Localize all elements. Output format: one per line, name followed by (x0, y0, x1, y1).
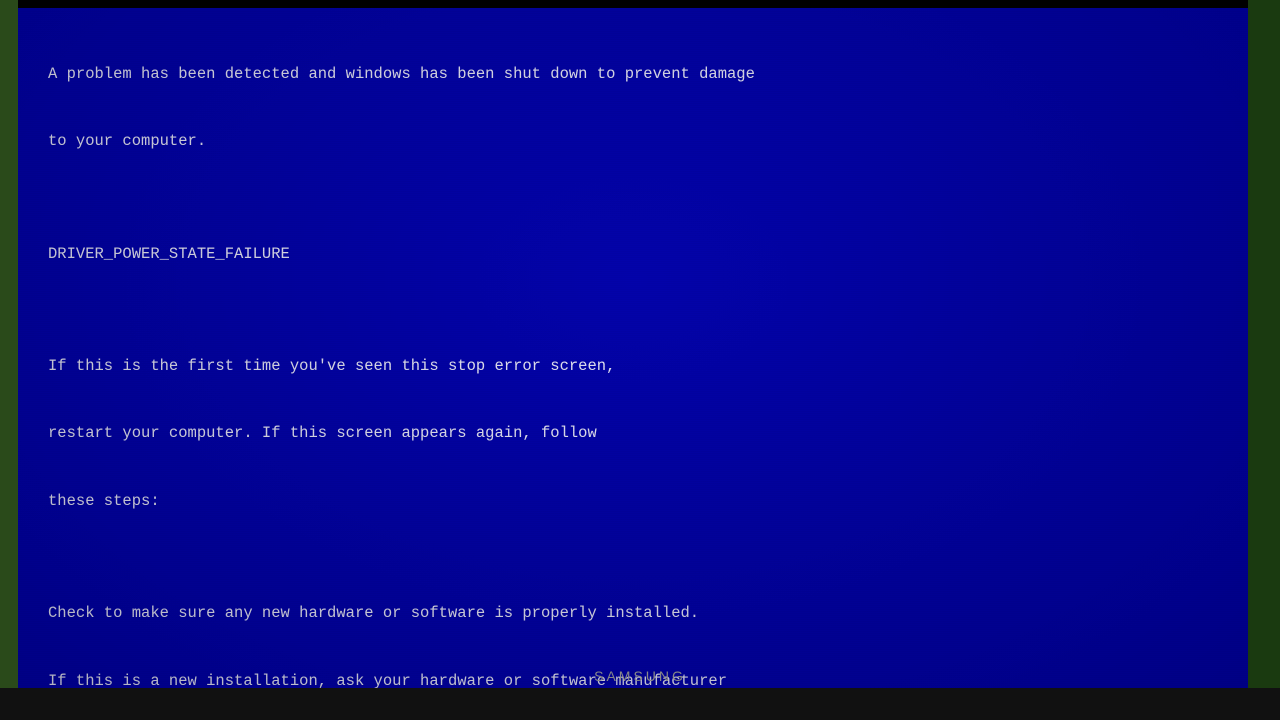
bg-right (1248, 0, 1280, 720)
intro-line1: A problem has been detected and windows … (48, 63, 1218, 85)
outer-frame: A problem has been detected and windows … (0, 0, 1280, 720)
samsung-label: SAMSUNG (594, 668, 686, 684)
error-code: DRIVER_POWER_STATE_FAILURE (48, 243, 1218, 265)
bg-left (0, 0, 18, 720)
para2-line1: Check to make sure any new hardware or s… (48, 602, 1218, 624)
para1-line2: restart your computer. If this screen ap… (48, 422, 1218, 444)
para1-line3: these steps: (48, 490, 1218, 512)
bsod-screen: A problem has been detected and windows … (18, 8, 1248, 688)
bsod-content: A problem has been detected and windows … (18, 8, 1248, 688)
bg-bottom (0, 688, 1280, 720)
para1-line1: If this is the first time you've seen th… (48, 355, 1218, 377)
intro-line2: to your computer. (48, 130, 1218, 152)
